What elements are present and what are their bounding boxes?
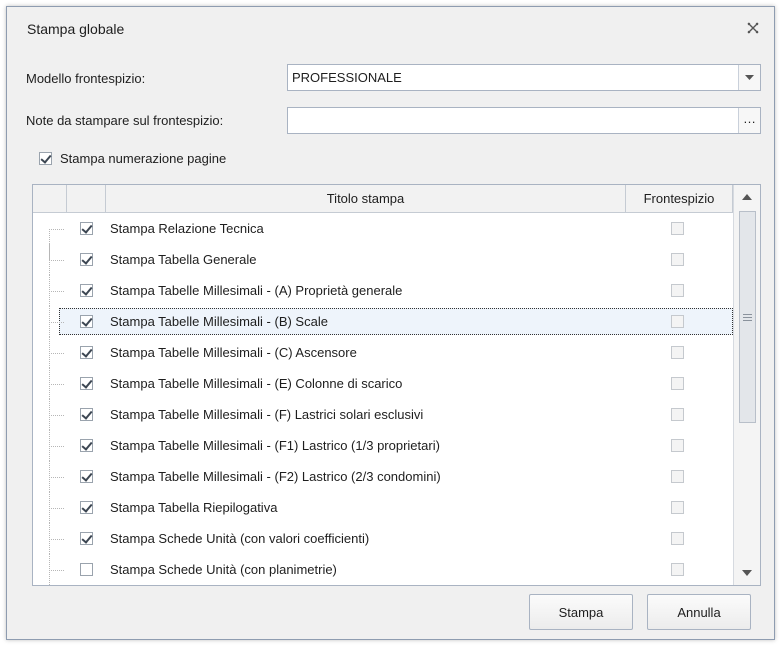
scroll-down-button[interactable] <box>734 561 760 585</box>
row-frontespizio-checkbox[interactable] <box>671 532 684 545</box>
header-check-cell[interactable] <box>67 185 106 212</box>
row-title: Stampa Tabelle Millesimali - (F) Lastric… <box>110 407 424 422</box>
row-title: Stampa Tabelle Millesimali - (F2) Lastri… <box>110 469 441 484</box>
row-frontespizio-checkbox[interactable] <box>671 470 684 483</box>
row-frontespizio-checkbox[interactable] <box>671 408 684 421</box>
table-row[interactable]: Stampa Relazione Tecnica <box>33 213 733 260</box>
table-row[interactable]: Stampa Tabella Riepilogativa <box>33 492 733 523</box>
row-checkbox[interactable] <box>80 222 93 235</box>
grid-header: Titolo stampa Frontespizio <box>33 185 733 213</box>
row-frontespizio-checkbox[interactable] <box>671 439 684 452</box>
scroll-thumb[interactable] <box>739 211 756 423</box>
page-numbering-label: Stampa numerazione pagine <box>60 151 227 166</box>
table-row[interactable]: Stampa Tabelle Millesimali - (E) Colonne… <box>33 368 733 399</box>
tree-connector <box>49 508 64 509</box>
vertical-scrollbar[interactable] <box>733 185 760 585</box>
title-bar: Stampa globale <box>7 7 774 51</box>
row-frontespizio-checkbox[interactable] <box>671 501 684 514</box>
row-frontespizio-checkbox[interactable] <box>671 346 684 359</box>
arrow-up-icon <box>742 194 752 200</box>
print-button[interactable]: Stampa <box>529 594 633 630</box>
print-items-grid: Titolo stampa Frontespizio Stampa Relazi… <box>32 184 761 586</box>
tree-connector <box>49 260 64 261</box>
dialog-title: Stampa globale <box>27 21 125 37</box>
row-title: Stampa Tabelle Millesimali - (F1) Lastri… <box>110 438 440 453</box>
close-button[interactable] <box>744 19 762 37</box>
tree-connector <box>49 291 64 292</box>
row-checkbox[interactable] <box>80 253 93 266</box>
row-title: Stampa Tabelle Millesimali - (B) Scale <box>110 314 328 329</box>
row-checkbox[interactable] <box>80 346 93 359</box>
model-combobox[interactable]: PROFESSIONALE <box>287 64 761 91</box>
header-frontespizio[interactable]: Frontespizio <box>626 185 733 212</box>
row-checkbox[interactable] <box>80 284 93 297</box>
row-frontespizio-checkbox[interactable] <box>671 563 684 576</box>
row-checkbox[interactable] <box>80 439 93 452</box>
tree-connector <box>49 322 64 323</box>
close-icon <box>747 22 759 34</box>
table-row[interactable]: Stampa Tabelle Millesimali - (F2) Lastri… <box>33 461 733 492</box>
table-row[interactable]: Stampa Tabelle Millesimali - (C) Ascenso… <box>33 337 733 368</box>
row-title: Stampa Relazione Tecnica <box>110 221 264 236</box>
cancel-button[interactable]: Annulla <box>647 594 751 630</box>
ellipsis-icon: … <box>743 110 756 126</box>
table-row[interactable]: Stampa Tabelle Millesimali - (F1) Lastri… <box>33 430 733 461</box>
grip-icon <box>743 313 752 321</box>
row-frontespizio-checkbox[interactable] <box>671 253 684 266</box>
tree-connector <box>49 353 64 354</box>
print-dialog: Stampa globale Modello frontespizio: PRO… <box>6 6 775 640</box>
tree-connector <box>49 477 64 478</box>
row-title: Stampa Schede Unità (con valori coeffici… <box>110 531 370 546</box>
row-checkbox[interactable] <box>80 408 93 421</box>
row-frontespizio-checkbox[interactable] <box>671 284 684 297</box>
chevron-down-icon <box>745 74 754 80</box>
notes-label: Note da stampare sul frontespizio: <box>26 113 224 128</box>
tree-connector <box>49 446 64 447</box>
row-title: Stampa Tabelle Millesimali - (E) Colonne… <box>110 376 403 391</box>
row-title: Stampa Tabella Riepilogativa <box>110 500 278 515</box>
notes-ellipsis-button[interactable]: … <box>738 108 760 133</box>
model-dropdown-button[interactable] <box>738 65 760 90</box>
row-checkbox[interactable] <box>80 563 93 576</box>
arrow-down-icon <box>742 570 752 576</box>
model-label: Modello frontespizio: <box>26 71 146 86</box>
tree-connector <box>49 415 64 416</box>
table-row[interactable]: Stampa Schede Unità (con valori coeffici… <box>33 523 733 554</box>
row-checkbox[interactable] <box>80 532 93 545</box>
page-numbering-checkbox-wrap[interactable] <box>39 152 52 168</box>
row-title: Stampa Tabella Generale <box>110 252 257 267</box>
header-tree-cell <box>33 185 67 212</box>
notes-field[interactable]: … <box>287 107 761 134</box>
row-checkbox[interactable] <box>80 501 93 514</box>
table-row[interactable]: Stampa Tabella Generale <box>33 244 733 275</box>
table-row[interactable]: Stampa Tabelle Millesimali - (B) Scale <box>33 306 733 337</box>
model-value: PROFESSIONALE <box>292 70 402 85</box>
row-title: Stampa Tabelle Millesimali - (C) Ascenso… <box>110 345 357 360</box>
page-numbering-checkbox[interactable] <box>39 152 52 165</box>
tree-connector <box>49 384 64 385</box>
row-checkbox[interactable] <box>80 377 93 390</box>
tree-connector <box>49 229 64 230</box>
table-row[interactable]: Stampa Tabelle Millesimali - (F) Lastric… <box>33 399 733 430</box>
table-row[interactable]: Stampa Schede Unità (con planimetrie) <box>33 554 733 585</box>
row-title: Stampa Schede Unità (con planimetrie) <box>110 562 337 577</box>
tree-connector <box>49 539 64 540</box>
table-row[interactable]: Stampa Tabelle Millesimali - (A) Proprie… <box>33 275 733 306</box>
row-frontespizio-checkbox[interactable] <box>671 315 684 328</box>
row-checkbox[interactable] <box>80 470 93 483</box>
row-frontespizio-checkbox[interactable] <box>671 377 684 390</box>
row-frontespizio-checkbox[interactable] <box>671 222 684 235</box>
scroll-up-button[interactable] <box>734 185 760 209</box>
row-title: Stampa Tabelle Millesimali - (A) Proprie… <box>110 283 403 298</box>
header-title[interactable]: Titolo stampa <box>106 185 626 212</box>
tree-connector <box>49 570 64 571</box>
row-checkbox[interactable] <box>80 315 93 328</box>
